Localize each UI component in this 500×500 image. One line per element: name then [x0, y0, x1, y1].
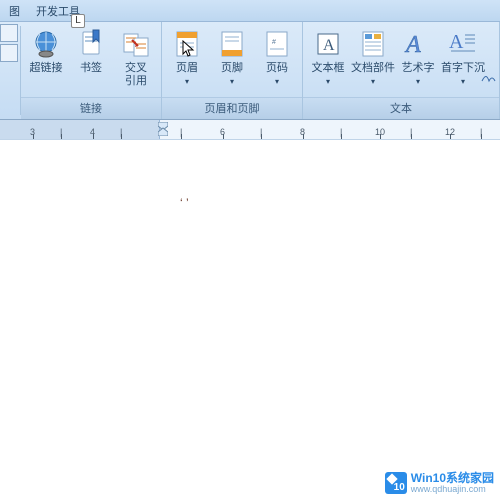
hyperlink-button[interactable]: 超链接	[25, 25, 67, 97]
svg-text:A: A	[404, 32, 421, 58]
group-headerfooter-label: 页眉和页脚	[162, 97, 302, 119]
document-area[interactable]: ‘ ’	[0, 140, 500, 500]
hyperlink-icon	[30, 28, 62, 60]
wordart-button[interactable]: A 艺术字▾	[397, 25, 439, 97]
left-partial-group	[0, 22, 20, 119]
dropcap-label: 首字下沉▾	[441, 62, 485, 88]
pagenum-label: 页码▾	[266, 62, 288, 88]
keytip-l: L	[71, 14, 85, 28]
textbox-button[interactable]: A 文本框▾	[307, 25, 349, 97]
quickparts-label: 文档部件▾	[351, 62, 395, 88]
footer-label: 页脚▾	[221, 62, 243, 88]
ribbon: 超链接 书签 交叉 引用 链接 页眉▾	[0, 22, 500, 120]
mouse-cursor-icon	[182, 40, 196, 58]
header-label: 页眉▾	[176, 62, 198, 88]
watermark-url: www.qdhuajin.com	[411, 484, 494, 494]
bookmark-label: 书签	[80, 62, 102, 75]
watermark-title: Win10系统家园	[411, 472, 494, 484]
group-links-label: 链接	[21, 97, 161, 119]
hyperlink-label: 超链接	[30, 62, 63, 75]
horizontal-ruler[interactable]: 3 | 4 | | 6 | 8 | 10 | 12 |	[0, 120, 500, 140]
dropcap-icon: A	[447, 28, 479, 60]
quickparts-button[interactable]: 文档部件▾	[352, 25, 394, 97]
indent-marker[interactable]	[158, 122, 168, 136]
dropdown-arrow-icon: ▾	[461, 77, 465, 86]
pagenum-button[interactable]: # 页码▾	[256, 25, 298, 97]
dropdown-arrow-icon: ▾	[326, 77, 330, 86]
bookmark-button[interactable]: 书签	[70, 25, 112, 97]
bookmark-icon	[75, 28, 107, 60]
svg-text:#: #	[272, 39, 276, 46]
dropdown-arrow-icon: ▾	[275, 77, 279, 86]
header-button[interactable]: 页眉▾	[166, 25, 208, 97]
textbox-icon: A	[312, 28, 344, 60]
group-text-label: 文本	[303, 97, 499, 119]
footer-icon	[216, 28, 248, 60]
partial-icon-2[interactable]	[0, 44, 18, 62]
watermark-badge-icon	[385, 472, 407, 494]
footer-button[interactable]: 页脚▾	[211, 25, 253, 97]
ruler-ticks: 3 | 4 | | 6 | 8 | 10 | 12 |	[0, 120, 500, 139]
crossref-icon	[120, 28, 152, 60]
pagenum-icon: #	[261, 28, 293, 60]
dropdown-arrow-icon: ▾	[230, 77, 234, 86]
dropdown-arrow-icon: ▾	[185, 77, 189, 86]
group-links: 超链接 书签 交叉 引用 链接	[21, 22, 162, 119]
textbox-label: 文本框▾	[312, 62, 345, 88]
tab-view[interactable]: 图	[2, 0, 27, 21]
crossref-button[interactable]: 交叉 引用	[115, 25, 157, 97]
dropdown-arrow-icon: ▾	[371, 77, 375, 86]
svg-text:A: A	[449, 31, 464, 53]
group-header-footer: 页眉▾ 页脚▾ # 页码▾ 页眉和页脚	[162, 22, 303, 119]
crossref-label: 交叉 引用	[125, 62, 147, 88]
partial-icon-1[interactable]	[0, 24, 18, 42]
dropcap-button[interactable]: A 首字下沉▾	[442, 25, 484, 97]
dropdown-arrow-icon: ▾	[416, 77, 420, 86]
quickparts-icon	[357, 28, 389, 60]
svg-text:A: A	[323, 37, 335, 54]
wordart-label: 艺术字▾	[402, 62, 435, 88]
watermark: Win10系统家园 www.qdhuajin.com	[385, 472, 494, 494]
wordart-icon: A	[402, 28, 434, 60]
group-text: A 文本框▾ 文档部件▾ A 艺术字▾ A 首字下沉▾	[303, 22, 500, 119]
signature-icon[interactable]	[480, 67, 498, 85]
document-content-quotes: ‘ ’	[180, 196, 189, 210]
